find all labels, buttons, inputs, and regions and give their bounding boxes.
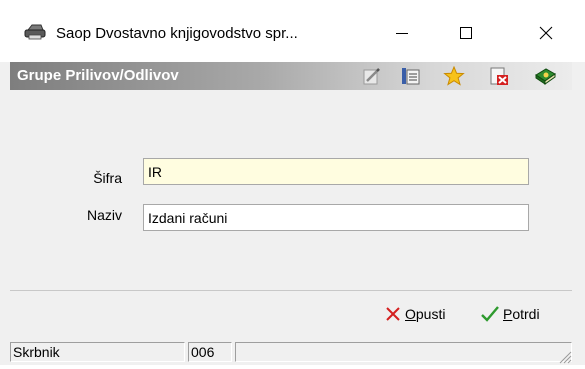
checkmark-icon [481,306,499,322]
cancel-button[interactable]: Opusti [385,303,445,325]
confirm-label: Potrdi [503,306,540,322]
status-user: Skrbnik [10,342,185,362]
list-icon[interactable] [400,66,422,86]
maximize-icon [460,27,472,39]
dialog-window: Saop Dvostavno knjigovodstvo spr... Grup… [0,0,585,365]
maximize-button[interactable] [443,15,489,51]
naziv-field[interactable]: Izdani računi [143,204,529,231]
cancel-icon [386,307,400,321]
status-bar: Skrbnik 006 [10,339,572,363]
form-title: Grupe Prilivov/Odlivov [17,67,179,84]
edit-icon[interactable] [361,66,383,86]
close-button[interactable] [523,15,569,51]
sifra-field[interactable]: IR [143,158,529,185]
printer-icon [24,24,46,40]
minimize-icon [396,33,408,34]
delete-icon[interactable] [488,66,510,86]
form-header: Grupe Prilivov/Odlivov [10,62,572,90]
close-icon [539,26,553,40]
status-extra [235,342,572,362]
minimize-button[interactable] [379,15,425,51]
sifra-label: Šifra [93,170,122,186]
star-icon[interactable] [443,65,465,86]
confirm-button[interactable]: Potrdi [481,303,540,325]
title-bar[interactable]: Saop Dvostavno knjigovodstvo spr... [0,0,585,62]
resize-grip-icon[interactable] [556,348,572,364]
window-title: Saop Dvostavno knjigovodstvo spr... [56,25,298,42]
book-icon[interactable] [534,66,556,86]
button-bar: Opusti Potrdi [10,291,572,339]
cancel-label: Opusti [405,306,446,322]
naziv-label: Naziv [86,207,122,223]
form-content: Šifra IR Naziv Izdani računi [10,90,572,290]
status-code: 006 [188,342,232,362]
